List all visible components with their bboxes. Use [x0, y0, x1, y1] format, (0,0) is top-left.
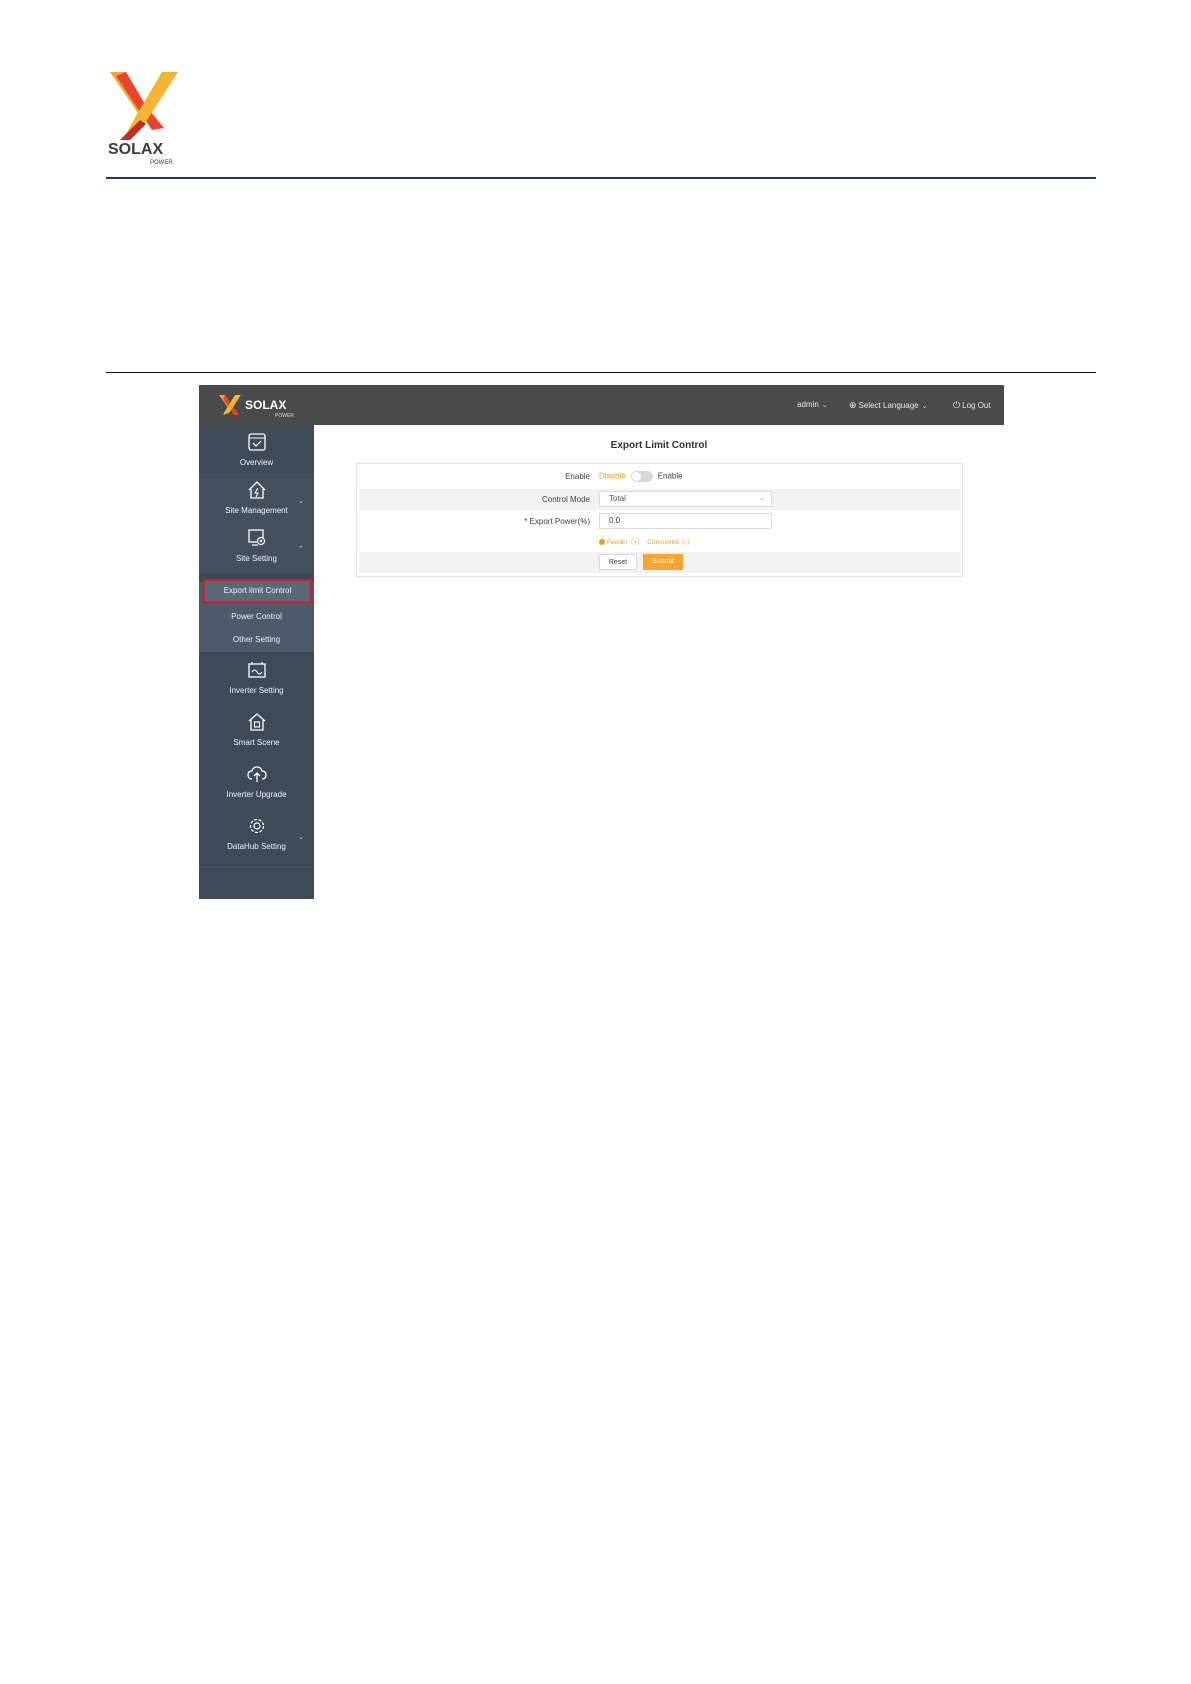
button-row: Reset Submit — [359, 552, 960, 573]
export-power-row: * Export Power(%) 0.0 Feedin（+） Consumed… — [359, 512, 960, 550]
control-mode-select[interactable]: Total ⌄ — [599, 491, 772, 507]
reset-button[interactable]: Reset — [599, 554, 637, 570]
chevron-down-icon: ⌄ — [921, 403, 928, 410]
toggle-knob — [631, 472, 641, 481]
solax-logo-icon: SOLAX POWER — [219, 395, 294, 419]
control-mode-value: Total — [609, 494, 626, 503]
user-menu[interactable]: admin ⌄ — [797, 400, 828, 411]
sidebar-item-label: Site Management — [225, 506, 288, 515]
home-bolt-icon — [246, 479, 268, 501]
submit-button[interactable]: Submit — [643, 554, 683, 570]
sidebar: Overview Site Management ⌄ Site Setting … — [199, 425, 314, 899]
hint-consumed: Consumed（-） — [647, 539, 694, 546]
sidebar-item-label: Overview — [239, 458, 274, 467]
sidebar-item-inverter-upgrade[interactable]: Inverter Upgrade — [199, 757, 314, 809]
cloud-upload-icon — [246, 763, 268, 785]
globe-icon: ⊕ — [849, 400, 857, 410]
language-label: Select Language — [858, 401, 919, 410]
overview-icon — [246, 431, 268, 453]
sidebar-item-overview[interactable]: Overview — [199, 425, 314, 477]
sidebar-item-label: Inverter Upgrade — [226, 790, 287, 799]
svg-text:SOLAX: SOLAX — [245, 398, 286, 412]
sidebar-item-label: Inverter Setting — [229, 686, 284, 695]
logout-label: Log Out — [962, 401, 991, 410]
control-mode-label: Control Mode — [541, 495, 590, 504]
enable-text: Enable — [657, 471, 683, 481]
solax-x-logo-icon: SOLAX POWER — [108, 72, 178, 166]
svg-text:POWER: POWER — [275, 413, 294, 419]
chevron-down-icon: ⌄ — [298, 834, 304, 841]
language-selector[interactable]: ⊕ Select Language ⌄ — [849, 400, 927, 412]
export-limit-form: Enable Disable Enable Control Mode Total ⌄… — [356, 463, 963, 577]
chevron-down-icon: ⌄ — [298, 498, 304, 505]
control-mode-row: Control Mode Total ⌄ — [359, 489, 960, 510]
hint-feedin: Feedin（+） — [607, 539, 644, 546]
info-icon — [599, 539, 605, 546]
app-window: SOLAX POWER admin ⌄ ⊕ Select Language ⌄ ⏻ Lo… — [199, 385, 1004, 899]
page-title: Export Limit Control — [610, 440, 708, 451]
site-setting-submenu: Export limit Control Power Control Other… — [199, 579, 314, 652]
enable-switch-group: Disable Enable — [599, 471, 683, 482]
submenu-item-power-control[interactable]: Power Control — [199, 606, 314, 628]
monitor-gear-icon — [246, 527, 268, 549]
disable-text: Disable — [599, 471, 626, 481]
header-divider — [106, 177, 1096, 179]
sidebar-item-label: Site Setting — [236, 554, 277, 563]
export-power-label: * Export Power(%) — [524, 517, 590, 526]
enable-row: Enable Disable Enable — [359, 466, 960, 487]
document-logo: SOLAX POWER — [106, 68, 182, 168]
logout-button[interactable]: ⏻ Log Out — [953, 400, 991, 411]
svg-text:SOLAX: SOLAX — [108, 141, 163, 158]
export-power-hint: Feedin（+） Consumed（-） — [599, 536, 694, 546]
svg-text:POWER: POWER — [150, 160, 173, 166]
app-logo[interactable]: SOLAX POWER — [217, 393, 299, 419]
sidebar-divider — [199, 867, 314, 868]
submenu-item-other-setting[interactable]: Other Setting — [199, 629, 314, 651]
export-power-input[interactable]: 0.0 — [599, 513, 772, 529]
enable-label: Enable — [565, 472, 590, 481]
sidebar-item-inverter-setting[interactable]: Inverter Setting — [199, 653, 314, 705]
sidebar-item-site-setting[interactable]: Site Setting ⌃ — [199, 521, 314, 573]
sidebar-item-label: Smart Scene — [233, 738, 280, 747]
submenu-item-export-limit-control[interactable]: Export limit Control — [203, 579, 312, 603]
chevron-down-icon: ⌄ — [821, 402, 828, 409]
top-bar: SOLAX POWER admin ⌄ ⊕ Select Language ⌄ ⏻ Lo… — [199, 385, 1004, 425]
sidebar-item-label: DataHub Setting — [227, 842, 286, 851]
smart-home-icon — [246, 711, 268, 733]
sidebar-item-smart-scene[interactable]: Smart Scene — [199, 705, 314, 757]
chevron-down-icon: ⌄ — [759, 495, 765, 502]
user-name: admin — [797, 400, 819, 409]
main-content: Export Limit Control Enable Disable Enabl… — [314, 425, 1004, 899]
sidebar-item-datahub-setting[interactable]: DataHub Setting ⌄ — [199, 809, 314, 861]
sidebar-item-site-management[interactable]: Site Management ⌄ — [199, 473, 314, 525]
inverter-icon — [246, 659, 268, 681]
enable-toggle[interactable] — [630, 471, 653, 482]
chevron-up-icon: ⌃ — [298, 546, 304, 553]
gear-icon — [246, 815, 268, 837]
section-divider — [106, 372, 1096, 373]
power-icon: ⏻ — [953, 400, 961, 410]
